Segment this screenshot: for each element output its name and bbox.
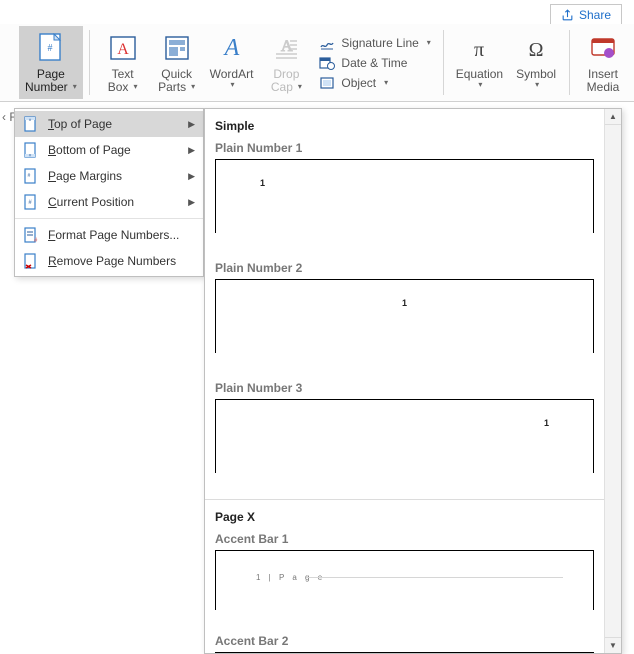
chevron-down-icon: ▾ [231, 81, 235, 90]
chevron-down-icon: ▾ [298, 83, 302, 92]
share-button[interactable]: Share [550, 4, 622, 26]
page-number-gallery: Simple Plain Number 1 1 Plain Number 2 1… [204, 108, 622, 654]
gallery-item-plain-3[interactable]: 1 [215, 399, 594, 473]
text-box-icon: A [107, 32, 139, 64]
chevron-down-icon: ▾ [478, 81, 482, 90]
object-button[interactable]: Object ▾ [317, 74, 432, 92]
scroll-down-button[interactable]: ▼ [605, 637, 621, 653]
page-margins-icon: # [23, 168, 39, 184]
gallery-item-plain-1[interactable]: 1 [215, 159, 594, 233]
equation-icon: π [463, 32, 495, 64]
remove-number-icon [23, 253, 39, 269]
page-bottom-icon: # [23, 142, 39, 158]
gallery-caption: Plain Number 2 [215, 259, 594, 279]
text-box-button[interactable]: A Text Box▾ [96, 26, 150, 99]
gallery-heading-pagex: Page X [215, 506, 594, 530]
quick-parts-icon [161, 32, 193, 64]
menu-remove-page-numbers[interactable]: Remove Page Numbers [15, 248, 203, 274]
signature-line-button[interactable]: Signature Line ▾ [317, 34, 432, 52]
share-label: Share [579, 8, 611, 22]
insert-media-button[interactable]: Insert Media [576, 26, 630, 99]
svg-text:#: # [47, 43, 52, 54]
gallery-scrollbar[interactable]: ▲ ▼ [604, 109, 621, 653]
page-number-button[interactable]: # Page Number▾ [19, 26, 83, 99]
svg-text:#: # [28, 173, 31, 179]
drop-cap-icon: A [270, 32, 302, 64]
chevron-down-icon: ▾ [191, 83, 195, 92]
svg-text:A: A [117, 41, 129, 58]
menu-current-position[interactable]: # Current Position ▶ [15, 189, 203, 215]
gallery-caption: Plain Number 1 [215, 139, 594, 159]
gallery-item-accent-2[interactable]: P a g e | 1 [215, 652, 594, 653]
scroll-up-button[interactable]: ▲ [605, 109, 621, 125]
menu-top-of-page[interactable]: # Top of Page ▶ [15, 111, 203, 137]
wordart-icon: A [216, 32, 248, 64]
media-icon [587, 32, 619, 64]
quick-parts-button[interactable]: Quick Parts▾ [150, 26, 204, 99]
gallery-caption: Plain Number 3 [215, 379, 594, 399]
chevron-down-icon: ▾ [73, 83, 77, 92]
gallery-item-plain-2[interactable]: 1 [215, 279, 594, 353]
date-time-icon [319, 55, 335, 71]
submenu-arrow-icon: ▶ [188, 171, 195, 182]
wordart-button[interactable]: A WordArt ▾ [204, 26, 260, 99]
svg-text:Ω: Ω [529, 38, 544, 61]
svg-text:#: # [34, 238, 38, 243]
gallery-caption: Accent Bar 1 [215, 530, 594, 550]
chevron-down-icon: ▾ [535, 81, 539, 90]
menu-bottom-of-page[interactable]: # Bottom of Page ▶ [15, 137, 203, 163]
gallery-heading-simple: Simple [215, 115, 594, 139]
chevron-down-icon: ▾ [384, 78, 388, 87]
ribbon: # Page Number▾ A Text Box▾ Quick Parts▾ … [0, 24, 634, 102]
symbol-icon: Ω [520, 32, 552, 64]
chevron-down-icon: ▾ [133, 83, 137, 92]
menu-page-margins[interactable]: # Page Margins ▶ [15, 163, 203, 189]
drop-cap-button: A Drop Cap▾ [259, 26, 313, 99]
svg-text:π: π [474, 38, 484, 61]
page-number-icon: # [35, 32, 67, 64]
submenu-arrow-icon: ▶ [188, 145, 195, 156]
share-icon [561, 9, 574, 22]
current-position-icon: # [23, 194, 39, 210]
page-top-icon: # [23, 116, 39, 132]
svg-text:A: A [222, 35, 239, 61]
chevron-down-icon: ▾ [427, 38, 431, 47]
date-time-button[interactable]: Date & Time [317, 54, 432, 72]
equation-button[interactable]: π Equation ▾ [450, 26, 509, 99]
menu-format-page-numbers[interactable]: # Format Page Numbers... [15, 222, 203, 248]
submenu-arrow-icon: ▶ [188, 197, 195, 208]
object-icon [319, 75, 335, 91]
symbol-button[interactable]: Ω Symbol ▾ [509, 26, 563, 99]
format-number-icon: # [23, 227, 39, 243]
submenu-arrow-icon: ▶ [188, 119, 195, 130]
gallery-caption: Accent Bar 2 [215, 632, 594, 652]
gallery-item-accent-1[interactable]: 1 | P a g e [215, 550, 594, 610]
page-number-menu: # Top of Page ▶ # Bottom of Page ▶ # Pag… [14, 108, 204, 277]
signature-icon [319, 35, 335, 51]
